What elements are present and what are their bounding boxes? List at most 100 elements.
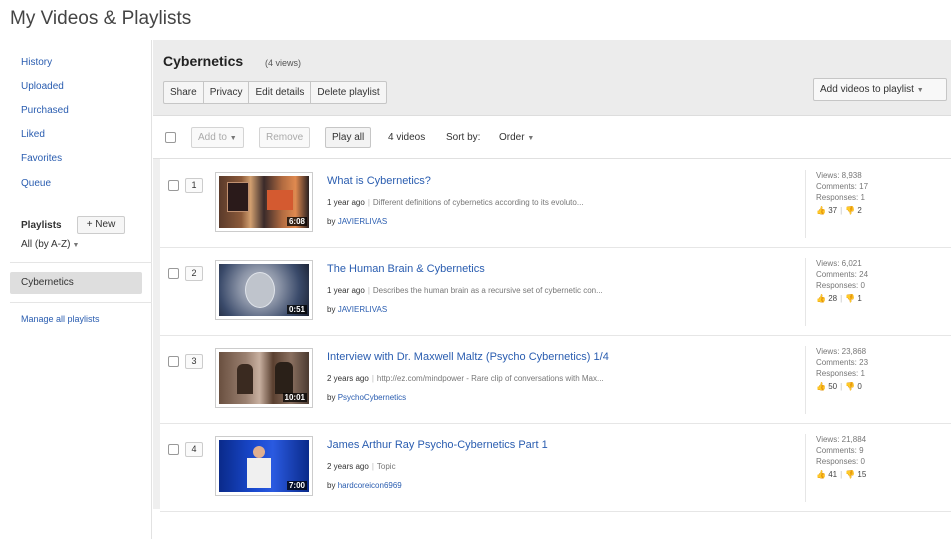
video-stats: Views: 21,884 Comments: 9 Responses: 0 👍… <box>805 434 951 502</box>
video-thumbnail[interactable]: 6:08 <box>215 172 313 232</box>
edit-details-button[interactable]: Edit details <box>249 82 312 103</box>
video-count: 4 videos <box>388 132 426 143</box>
playlist-header: Cybernetics (4 views) Share Privacy Edit… <box>153 40 951 116</box>
video-age: 1 year ago <box>327 286 365 295</box>
video-row: 4 7:00 James Arthur Ray Psycho-Cyberneti… <box>160 424 951 512</box>
video-thumbnail[interactable]: 10:01 <box>215 348 313 408</box>
comments-count: Comments: 17 <box>816 182 869 191</box>
chevron-down-icon: ▼ <box>72 242 80 249</box>
video-title-link[interactable]: James Arthur Ray Psycho-Cybernetics Part… <box>327 439 548 451</box>
thumbs-up-icon[interactable]: 👍 <box>816 382 826 391</box>
share-button[interactable]: Share <box>164 82 204 103</box>
thumbs-up-icon[interactable]: 👍 <box>816 470 826 479</box>
video-checkbox[interactable] <box>168 356 179 367</box>
thumbs-up-icon[interactable]: 👍 <box>816 206 826 215</box>
video-age: 1 year ago <box>327 198 365 207</box>
playlist-sort-select[interactable]: All (by A-Z) ▼ <box>21 239 79 250</box>
page-title: My Videos & Playlists <box>10 8 192 29</box>
comments-count: Comments: 23 <box>816 358 869 367</box>
video-stats: Views: 6,021 Comments: 24 Responses: 0 👍… <box>805 258 951 326</box>
by-label: by <box>327 217 336 226</box>
by-label: by <box>327 393 336 402</box>
likes-count: 28 <box>828 294 838 303</box>
likes-row: 👍 28 | 👎 1 <box>816 294 862 303</box>
video-checkbox[interactable] <box>168 180 179 191</box>
chevron-down-icon: ▼ <box>229 135 237 142</box>
video-thumbnail[interactable]: 7:00 <box>215 436 313 496</box>
video-index[interactable]: 1 <box>185 178 203 193</box>
sidebar-item-favorites[interactable]: Favorites <box>21 153 62 164</box>
channel-link[interactable]: PsychoCybernetics <box>338 393 406 402</box>
likes-row: 👍 41 | 👎 15 <box>816 470 867 479</box>
video-uploader: by hardcoreicon6969 <box>327 481 402 490</box>
responses-count: Responses: 0 <box>816 281 865 290</box>
video-index[interactable]: 3 <box>185 354 203 369</box>
video-checkbox[interactable] <box>168 444 179 455</box>
video-thumbnail[interactable]: 0:51 <box>215 260 313 320</box>
video-checkbox[interactable] <box>168 268 179 279</box>
by-label: by <box>327 481 336 490</box>
video-title-link[interactable]: Interview with Dr. Maxwell Maltz (Psycho… <box>327 351 609 363</box>
views-count: Views: 6,021 <box>816 259 862 268</box>
sort-order-label: Order <box>499 132 525 143</box>
add-to-button[interactable]: Add to ▼ <box>191 127 244 148</box>
video-meta: 2 years ago | http://ez.com/mindpower - Ra… <box>327 374 604 383</box>
video-title-link[interactable]: The Human Brain & Cybernetics <box>327 263 485 275</box>
select-all-checkbox[interactable] <box>165 132 176 143</box>
video-uploader: by JAVIERLIVAS <box>327 305 387 314</box>
playlist-views: (4 views) <box>265 58 302 68</box>
privacy-button[interactable]: Privacy <box>204 82 250 103</box>
video-duration: 7:00 <box>286 481 307 490</box>
sidebar-playlist-cybernetics[interactable]: Cybernetics <box>10 272 142 294</box>
channel-link[interactable]: JAVIERLIVAS <box>338 305 388 314</box>
video-index[interactable]: 2 <box>185 266 203 281</box>
likes-count: 41 <box>828 470 838 479</box>
views-count: Views: 23,868 <box>816 347 867 356</box>
add-videos-button[interactable]: Add videos to playlist ▼ <box>813 78 947 101</box>
video-description: Describes the human brain as a recursive… <box>372 286 603 295</box>
playlist-title: Cybernetics <box>163 53 244 69</box>
play-all-button[interactable]: Play all <box>325 127 372 148</box>
video-index[interactable]: 4 <box>185 442 203 457</box>
thumbs-up-icon[interactable]: 👍 <box>816 294 826 303</box>
video-uploader: by PsychoCybernetics <box>327 393 406 402</box>
thumbs-down-icon[interactable]: 👎 <box>845 470 855 479</box>
channel-link[interactable]: JAVIERLIVAS <box>338 217 388 226</box>
video-title-link[interactable]: What is Cybernetics? <box>327 175 431 187</box>
video-duration: 10:01 <box>282 393 307 402</box>
video-duration: 6:08 <box>286 217 307 226</box>
add-videos-label: Add videos to playlist <box>820 84 914 95</box>
sidebar-item-uploaded[interactable]: Uploaded <box>21 81 64 92</box>
video-description: Topic <box>376 462 396 471</box>
video-age: 2 years ago <box>327 462 369 471</box>
comments-count: Comments: 9 <box>816 446 864 455</box>
sidebar-playlist-label: Cybernetics <box>21 277 74 288</box>
comments-count: Comments: 24 <box>816 270 869 279</box>
sidebar-item-history[interactable]: History <box>21 57 52 68</box>
video-description: http://ez.com/mindpower - Rare clip of c… <box>376 374 604 383</box>
sidebar-item-liked[interactable]: Liked <box>21 129 45 140</box>
delete-playlist-button[interactable]: Delete playlist <box>311 82 385 103</box>
thumbs-down-icon[interactable]: 👎 <box>845 206 855 215</box>
responses-count: Responses: 1 <box>816 193 865 202</box>
likes-count: 50 <box>828 382 838 391</box>
chevron-down-icon: ▼ <box>527 135 535 142</box>
sidebar-item-purchased[interactable]: Purchased <box>21 105 69 116</box>
playlist-actions: Share Privacy Edit details Delete playli… <box>163 81 387 104</box>
chevron-down-icon: ▼ <box>916 87 924 94</box>
video-description: Different definitions of cybernetics acc… <box>372 198 584 207</box>
video-stats: Views: 8,938 Comments: 17 Responses: 1 👍… <box>805 170 951 238</box>
playlists-heading: Playlists <box>21 220 62 231</box>
remove-button[interactable]: Remove <box>259 127 311 148</box>
sidebar: History Uploaded Purchased Liked Favorit… <box>0 40 152 539</box>
thumbs-down-icon[interactable]: 👎 <box>845 294 855 303</box>
new-playlist-button[interactable]: + New <box>77 216 125 234</box>
sort-by-label: Sort by: <box>446 132 481 143</box>
sidebar-item-queue[interactable]: Queue <box>21 178 51 189</box>
channel-link[interactable]: hardcoreicon6969 <box>338 481 402 490</box>
manage-playlists-link[interactable]: Manage all playlists <box>21 314 100 324</box>
dislikes-count: 0 <box>857 382 862 391</box>
likes-row: 👍 37 | 👎 2 <box>816 206 862 215</box>
thumbs-down-icon[interactable]: 👎 <box>845 382 855 391</box>
sort-order-select[interactable]: Order ▼ <box>499 132 534 143</box>
